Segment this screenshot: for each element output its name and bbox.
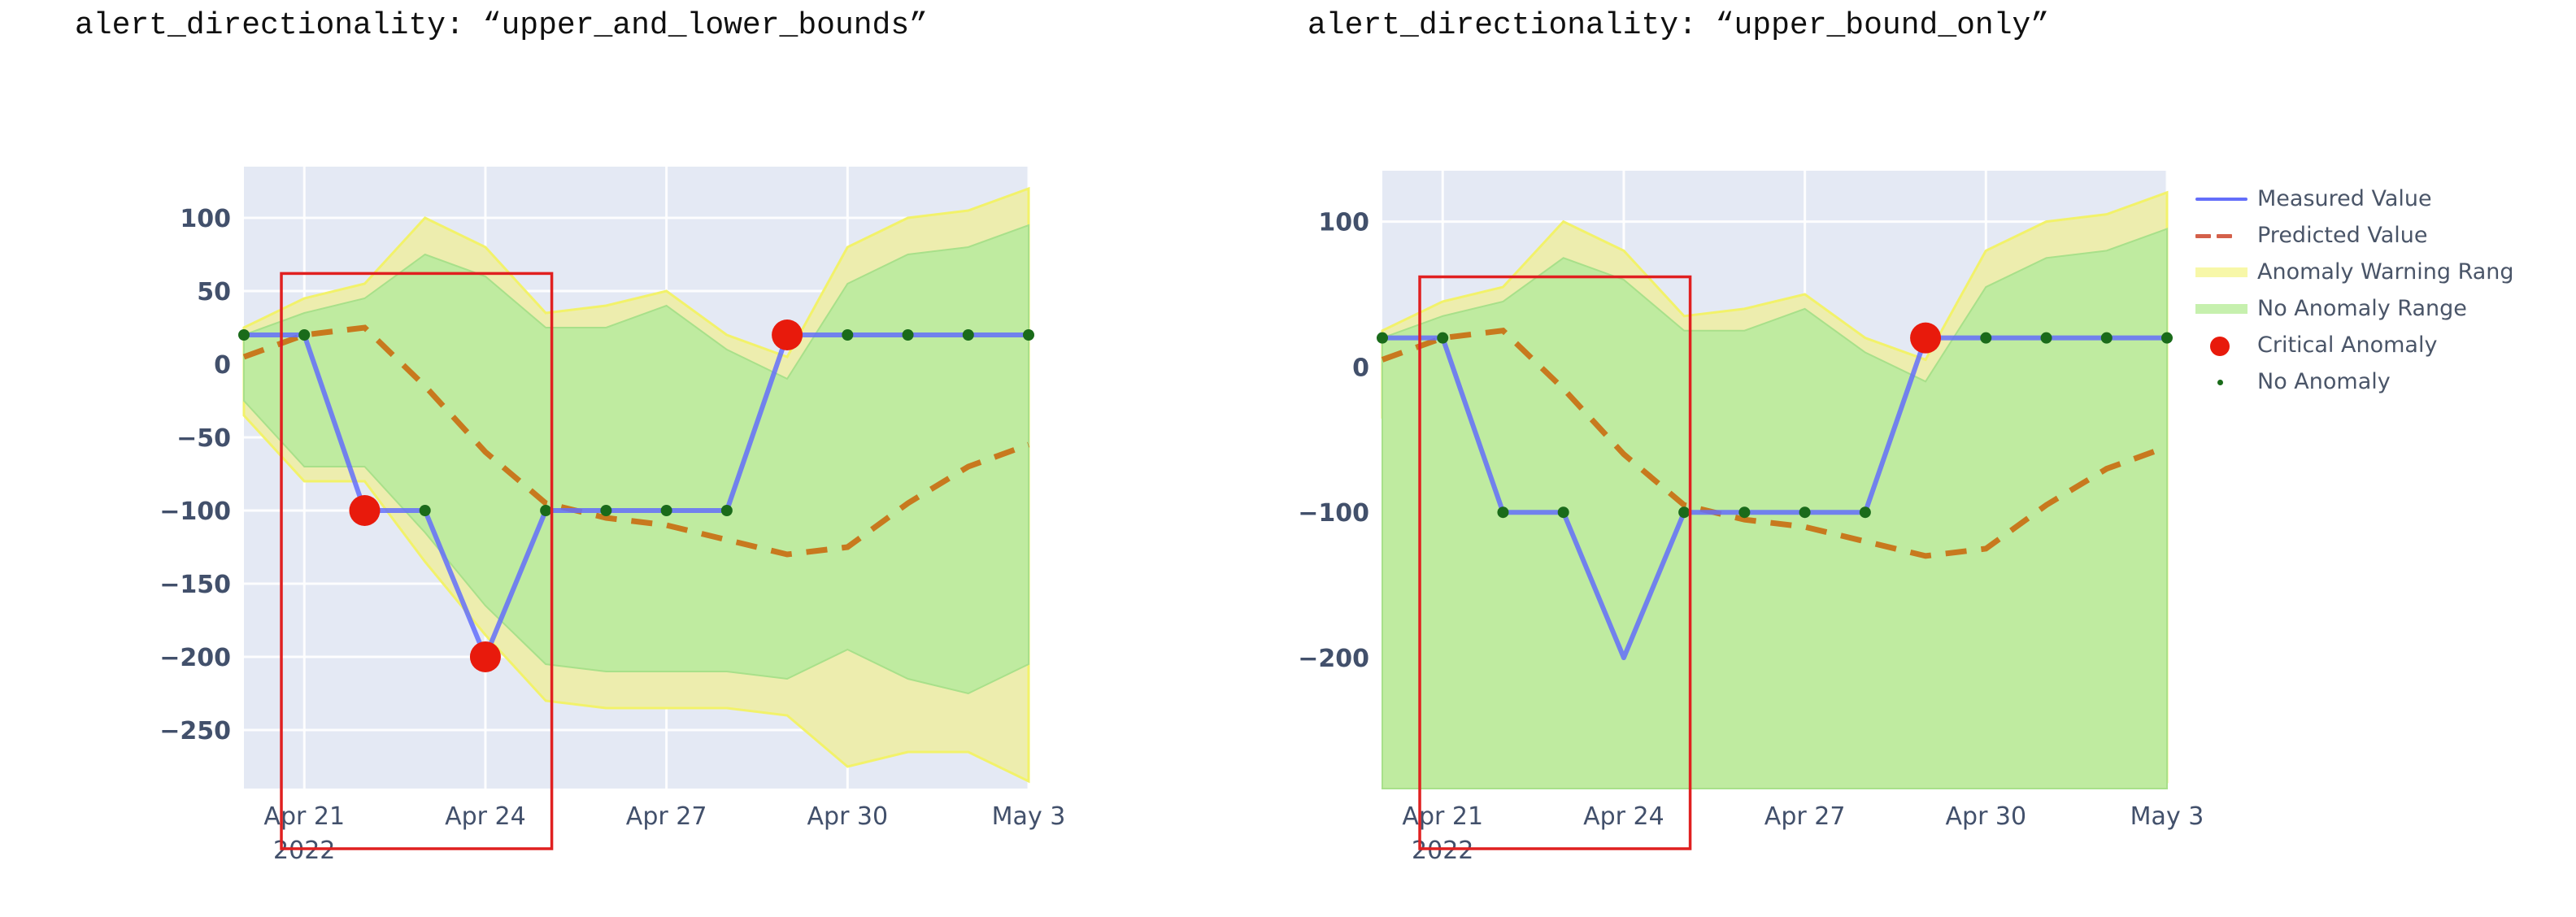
x-axis-tick-label: Apr 27	[626, 802, 707, 831]
panel-title-right: alert_directionality: “upper_bound_only”	[1308, 8, 2050, 43]
legend: Measured Value Predicted Value Anomaly W…	[2195, 180, 2576, 400]
no-anomaly-marker	[962, 329, 974, 341]
no-anomaly-marker	[660, 505, 672, 516]
y-axis-tick-label: 0	[214, 351, 231, 380]
no-anomaly-marker	[1437, 332, 1449, 344]
x-axis-tick-label: Apr 21	[1402, 802, 1483, 831]
circle-marker-icon	[2195, 327, 2247, 363]
no-anomaly-marker	[298, 329, 311, 341]
x-axis-tick-label: Apr 30	[1946, 802, 2027, 831]
no-anomaly-marker	[1497, 506, 1509, 519]
critical-anomaly-marker[interactable]	[772, 319, 803, 350]
no-anomaly-marker	[1557, 506, 1569, 519]
legend-label: Measured Value	[2257, 186, 2432, 211]
no-anomaly-marker	[419, 505, 431, 516]
no-anomaly-marker	[720, 505, 733, 516]
band-swatch-icon	[2195, 290, 2247, 327]
legend-label: Predicted Value	[2257, 223, 2428, 248]
x-axis-tick-label: Apr 30	[807, 802, 889, 831]
line-icon	[2195, 180, 2247, 217]
x-axis-tick-label: Apr 24	[1583, 802, 1664, 831]
no-anomaly-marker	[2100, 332, 2113, 344]
no-anomaly-marker	[1377, 332, 1388, 344]
critical-anomaly-marker[interactable]	[469, 641, 501, 672]
band-swatch-icon	[2195, 254, 2247, 290]
no-anomaly-marker	[1738, 506, 1751, 519]
legend-label: Anomaly Warning Rang	[2257, 259, 2514, 285]
plot-right: 100 0 −100 −200 Apr 21 Apr 24 Apr 27 Apr 30 May …	[1298, 171, 2204, 865]
x-axis-tick-label: Apr 21	[263, 802, 345, 831]
legend-label: Critical Anomaly	[2257, 332, 2438, 358]
no-anomaly-marker	[902, 329, 914, 341]
y-axis-tick-label: −250	[159, 717, 231, 745]
chart-panel-upper-and-lower-bounds: alert_directionality: “upper_and_lower_b…	[0, 0, 1268, 917]
legend-item-predicted-value[interactable]: Predicted Value	[2195, 217, 2576, 254]
legend-label: No Anomaly	[2257, 369, 2391, 394]
y-axis-tick-label: 100	[180, 205, 231, 233]
y-axis-tick-label: −200	[159, 644, 231, 672]
y-axis-tick-label: 100	[1318, 209, 1369, 237]
no-anomaly-marker	[842, 329, 854, 341]
legend-item-no-anomaly[interactable]: No Anomaly	[2195, 363, 2576, 400]
y-axis-tick-label: −200	[1298, 645, 1369, 673]
y-axis-tick-label: 50	[197, 278, 231, 306]
no-anomaly-marker	[1980, 332, 1992, 344]
no-anomaly-marker	[600, 505, 612, 516]
no-anomaly-marker	[540, 505, 552, 516]
y-axis-tick-label: −100	[1298, 499, 1369, 528]
chart-panel-upper-bound-only: alert_directionality: “upper_bound_only”…	[1268, 0, 2309, 917]
plot-left: 100 50 0 −50 −100 −150 −200 −250 Apr 21 Apr 24 Apr…	[159, 167, 1066, 865]
panel-title-left: alert_directionality: “upper_and_lower_b…	[75, 8, 928, 43]
legend-label: No Anomaly Range	[2257, 296, 2467, 321]
no-anomaly-marker	[1678, 506, 1690, 519]
legend-item-anomaly-warning-range[interactable]: Anomaly Warning Rang	[2195, 254, 2576, 290]
y-axis-tick-label: −150	[159, 571, 231, 599]
no-anomaly-marker	[1023, 329, 1034, 341]
no-anomaly-marker	[2040, 332, 2052, 344]
no-anomaly-marker	[1799, 506, 1811, 519]
x-axis-tick-label: May 3	[2130, 802, 2204, 831]
legend-item-critical-anomaly[interactable]: Critical Anomaly	[2195, 327, 2576, 363]
legend-item-no-anomaly-range[interactable]: No Anomaly Range	[2195, 290, 2576, 327]
x-axis-tick-label: Apr 24	[445, 802, 526, 831]
legend-item-measured-value[interactable]: Measured Value	[2195, 180, 2576, 217]
dashed-line-icon	[2195, 217, 2247, 254]
no-anomaly-marker	[238, 329, 250, 341]
x-axis-tick-label: May 3	[992, 802, 1066, 831]
y-axis-tick-label: −100	[159, 498, 231, 526]
critical-anomaly-marker[interactable]	[349, 495, 381, 526]
dot-marker-icon	[2195, 363, 2247, 400]
no-anomaly-marker	[1859, 506, 1871, 519]
y-axis-tick-label: −50	[176, 424, 231, 453]
y-axis-tick-label: 0	[1352, 354, 1369, 382]
critical-anomaly-marker[interactable]	[1910, 322, 1942, 354]
x-axis-tick-label: Apr 27	[1764, 802, 1846, 831]
no-anomaly-marker	[2161, 332, 2173, 344]
figure-root: alert_directionality: “upper_and_lower_b…	[0, 0, 2576, 917]
